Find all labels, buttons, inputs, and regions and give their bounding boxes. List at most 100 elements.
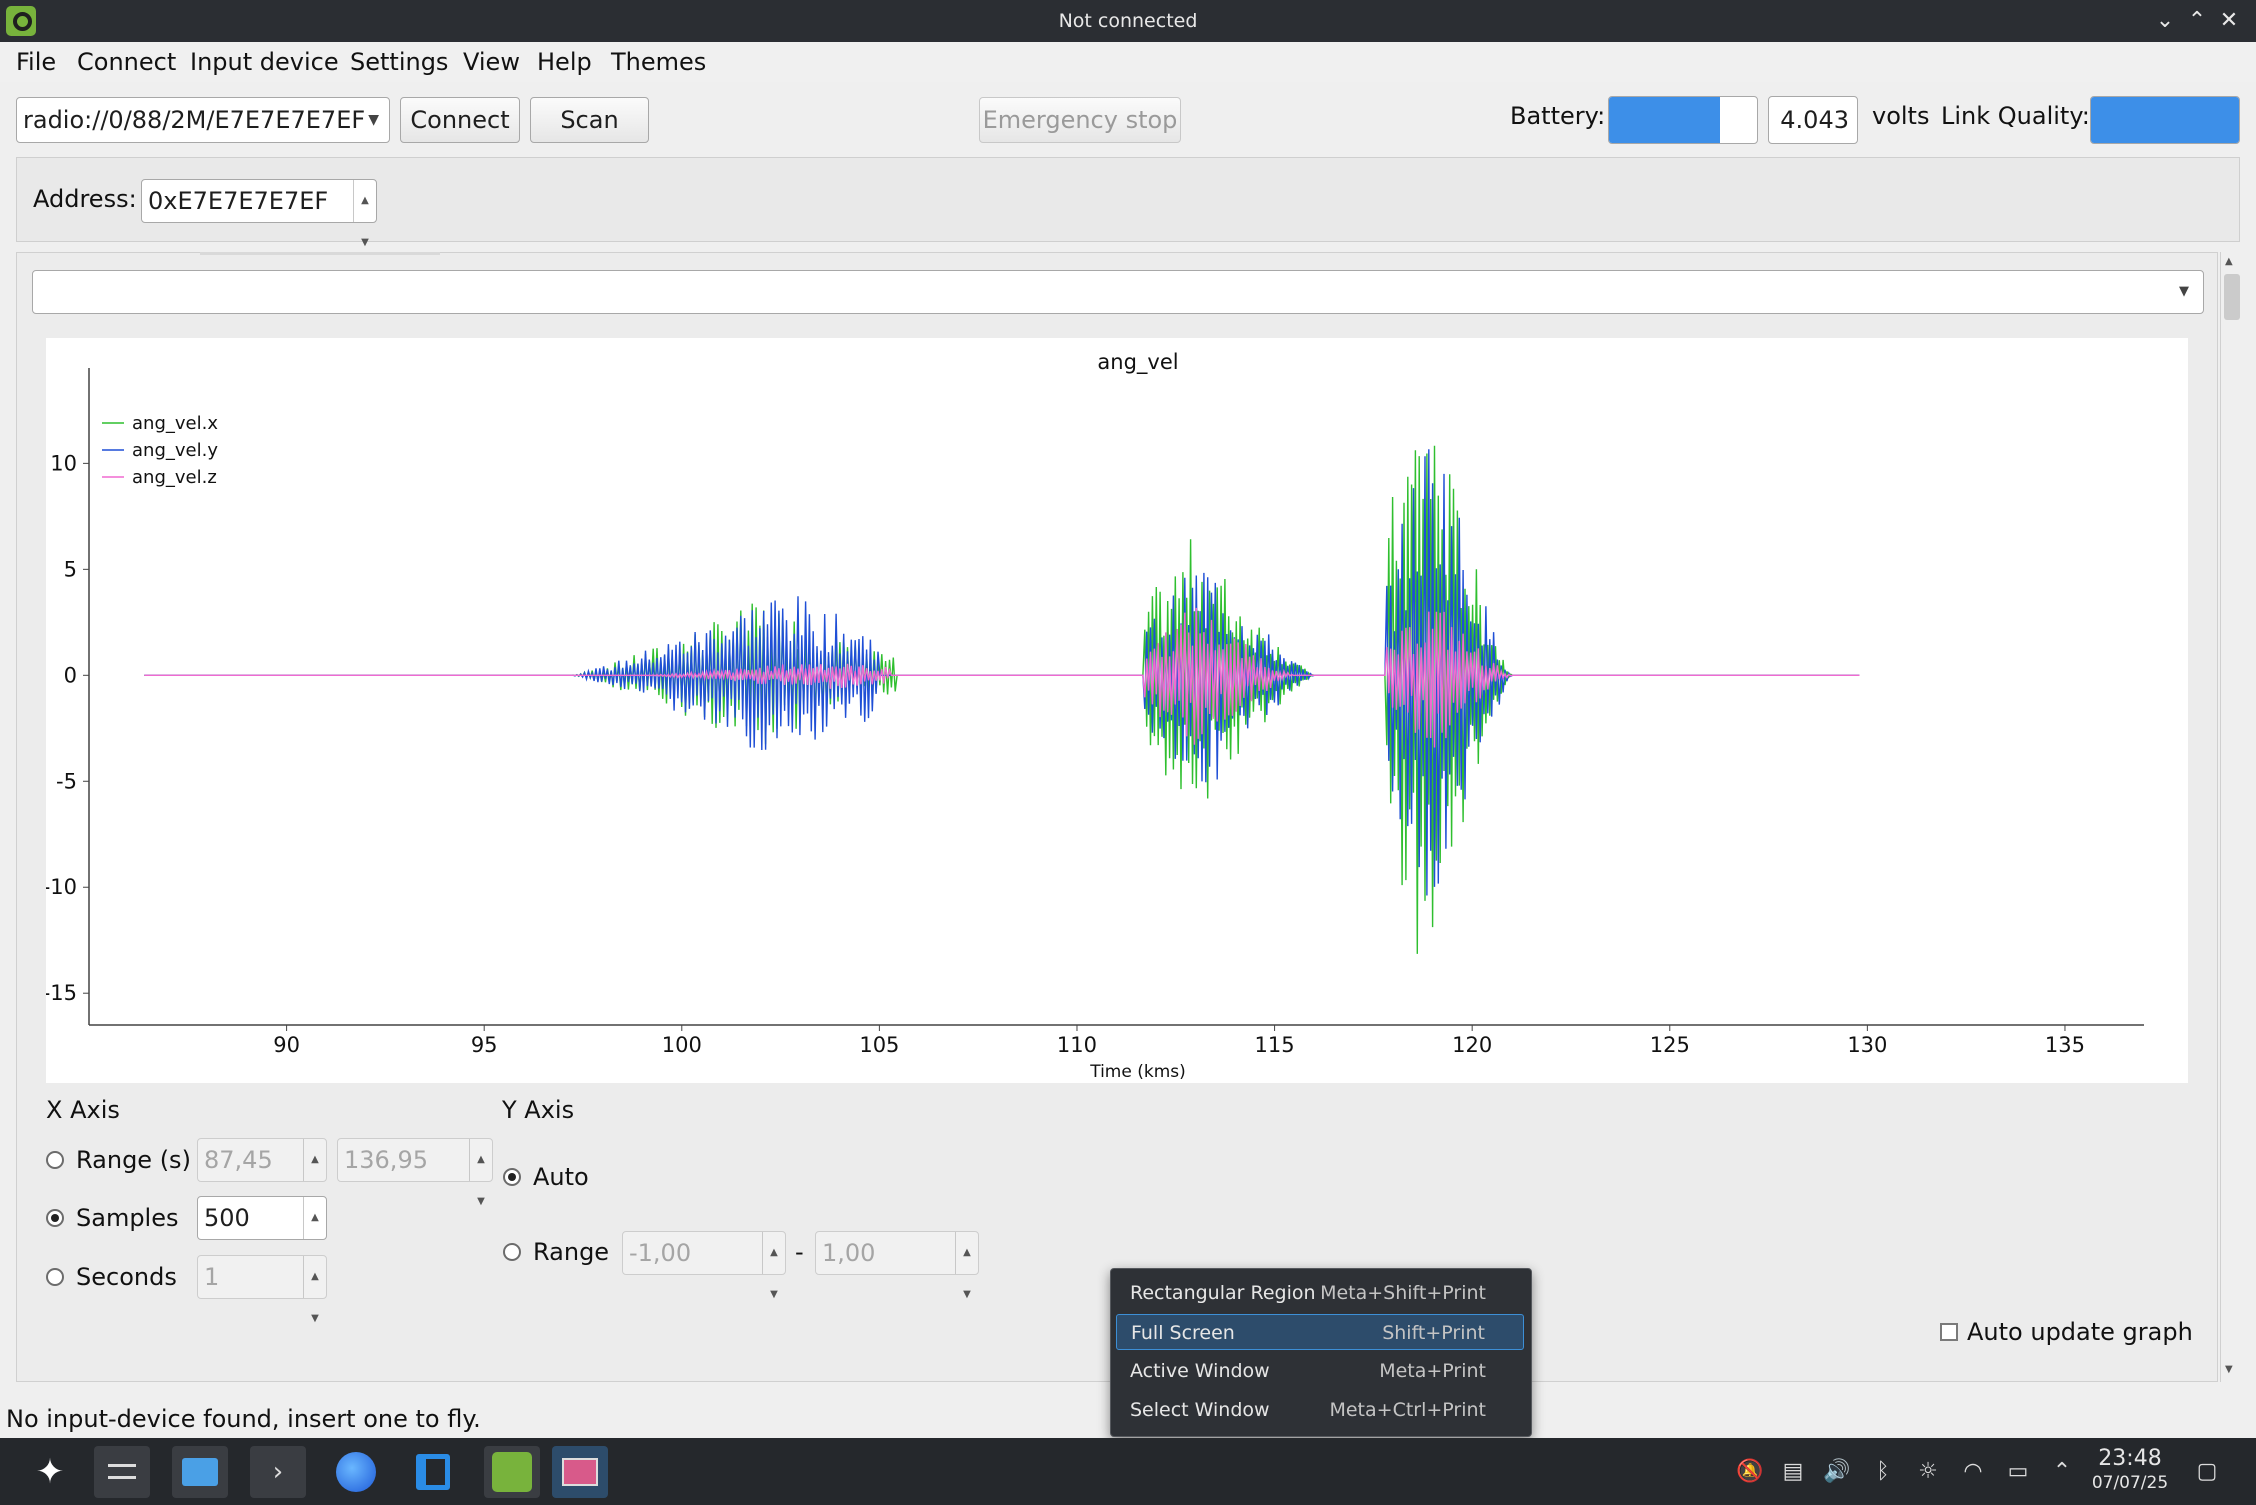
seconds-spin-arrows[interactable]: ▲ ▼	[303, 1256, 326, 1324]
screenshot-context-menu: Rectangular Region Meta+Shift+Print Full…	[1110, 1268, 1532, 1437]
menu-item-rectangular-region[interactable]: Rectangular Region Meta+Shift+Print	[1116, 1275, 1524, 1311]
window-title: Not connected	[1058, 10, 1198, 32]
volume-icon[interactable]: 🔊	[1822, 1457, 1852, 1487]
clock-time[interactable]: 23:48	[2090, 1446, 2170, 1471]
samples-spinbox[interactable]: 500 ▲▼	[197, 1196, 327, 1265]
y-tick-label: -10	[46, 875, 77, 899]
samples-spin-arrows[interactable]: ▲▼	[303, 1197, 326, 1265]
address-label: Address:	[33, 185, 137, 213]
link-quality-bar-fill	[2091, 97, 2239, 143]
maximize-icon[interactable]: ⌃	[2182, 6, 2212, 36]
firefox-icon[interactable]	[328, 1446, 384, 1498]
connect-button[interactable]: Connect	[400, 97, 520, 143]
menu-view[interactable]: View	[463, 42, 520, 82]
x-tick-label: 115	[1255, 1033, 1295, 1057]
scroll-up-icon[interactable]: ▲	[2225, 256, 2233, 267]
menu-item-active-window[interactable]: Active Window Meta+Print	[1116, 1353, 1524, 1389]
taskbar: ✦ › 🔕 ▤ 🔊 ᛒ ☼ ◠ ▭ ⌃ 23:48 07/07/25 ▢	[0, 1438, 2256, 1505]
auto-update-checkbox[interactable]	[1940, 1323, 1958, 1341]
vscode-icon[interactable]	[406, 1446, 462, 1498]
menu-themes[interactable]: Themes	[611, 42, 706, 82]
bluetooth-icon[interactable]: ᛒ	[1868, 1457, 1898, 1487]
series-line-ang_vel-z	[144, 607, 1860, 748]
file-manager-icon[interactable]	[172, 1446, 228, 1498]
y-range-radio[interactable]	[503, 1243, 521, 1261]
link-quality-bar	[2090, 96, 2240, 144]
log-config-select[interactable]: ▼	[32, 270, 2204, 314]
seconds-radio[interactable]	[46, 1268, 64, 1286]
scroll-down-icon[interactable]: ▼	[2225, 1364, 2233, 1375]
y-tick-label: 10	[50, 451, 77, 475]
series-line-ang_vel-y	[144, 449, 1860, 896]
menu-settings[interactable]: Settings	[350, 42, 448, 82]
y-tick-label: -15	[46, 981, 77, 1005]
uri-select[interactable]: radio://0/88/2M/E7E7E7E7EF ▼	[16, 97, 390, 143]
status-text: No input-device found, insert one to fly…	[6, 1405, 481, 1433]
seconds-value: 1	[204, 1263, 220, 1291]
battery-icon[interactable]: ▭	[2003, 1457, 2033, 1487]
x-tick-label: 125	[1650, 1033, 1690, 1057]
x-range-min-spin-arrows[interactable]: ▲▼	[303, 1139, 326, 1207]
menu-help[interactable]: Help	[537, 42, 592, 82]
legend-label: ang_vel.x	[132, 413, 218, 434]
legend-label: ang_vel.y	[132, 440, 218, 461]
scan-button[interactable]: Scan	[530, 97, 649, 143]
menu-item-full-screen[interactable]: Full Screen Shift+Print	[1116, 1314, 1524, 1350]
terminal-icon[interactable]: ›	[250, 1446, 306, 1498]
x-tick-label: 95	[471, 1033, 498, 1057]
y-tick-label: 5	[64, 557, 77, 581]
x-tick-label: 135	[2045, 1033, 2085, 1057]
menu-item-label: Rectangular Region	[1130, 1282, 1316, 1304]
samples-label: Samples	[76, 1204, 179, 1232]
notifications-off-icon[interactable]: 🔕	[1735, 1457, 1765, 1487]
brightness-icon[interactable]: ☼	[1913, 1457, 1943, 1487]
vertical-scrollbar[interactable]: ▲ ▼	[2220, 252, 2243, 1382]
series-line-ang_vel-x	[144, 445, 1860, 954]
x-range-min-input[interactable]: 87,45 ▲▼	[197, 1138, 327, 1207]
clock-date[interactable]: 07/07/25	[2084, 1473, 2176, 1493]
y-axis-heading: Y Axis	[502, 1096, 575, 1124]
x-tick-label: 130	[1847, 1033, 1887, 1057]
emergency-stop-button[interactable]: Emergency stop	[979, 97, 1181, 143]
app-launcher-icon[interactable]: ✦	[22, 1446, 78, 1498]
battery-bar	[1608, 96, 1758, 144]
x-range-max-spin-arrows[interactable]: ▲ ▼	[469, 1139, 492, 1207]
close-icon[interactable]: ✕	[2214, 6, 2244, 36]
x-range-min-value: 87,45	[204, 1146, 273, 1174]
chevron-down-icon: ▼	[368, 112, 379, 128]
spectacle-icon[interactable]	[552, 1446, 608, 1498]
menu-input-device[interactable]: Input device	[190, 42, 339, 82]
x-tick-label: 90	[273, 1033, 300, 1057]
menu-item-shortcut: Meta+Print	[1379, 1360, 1486, 1382]
battery-label: Battery:	[1510, 102, 1606, 130]
y-range-max-value: 1,00	[822, 1239, 876, 1267]
y-tick-label: -5	[56, 769, 77, 793]
show-desktop-icon[interactable]: ▢	[2192, 1457, 2222, 1487]
tab-strip-remnant	[200, 252, 440, 255]
address-spinbox[interactable]: 0xE7E7E7E7EF ▲ ▼	[141, 179, 377, 248]
scrollbar-thumb[interactable]	[2224, 274, 2240, 320]
address-spin-arrows[interactable]: ▲ ▼	[353, 180, 376, 248]
y-auto-radio[interactable]	[503, 1168, 521, 1186]
y-range-dash: -	[795, 1238, 804, 1266]
tray-expand-icon[interactable]: ⌃	[2047, 1457, 2077, 1487]
samples-radio[interactable]	[46, 1209, 64, 1227]
minimize-icon[interactable]: ⌄	[2150, 6, 2180, 36]
seconds-spinbox[interactable]: 1 ▲ ▼	[197, 1255, 327, 1324]
x-range-max-input[interactable]: 136,95 ▲ ▼	[337, 1138, 493, 1207]
wifi-icon[interactable]: ◠	[1958, 1457, 1988, 1487]
cfclient-icon[interactable]	[484, 1446, 540, 1498]
menu-item-shortcut: Shift+Print	[1382, 1322, 1485, 1344]
x-range-radio[interactable]	[46, 1151, 64, 1169]
clipboard-icon[interactable]: ▤	[1778, 1457, 1808, 1487]
menu-file[interactable]: File	[16, 42, 56, 82]
y-auto-label: Auto	[533, 1163, 589, 1191]
menu-connect[interactable]: Connect	[77, 42, 176, 82]
settings-sliders-icon[interactable]	[94, 1446, 150, 1498]
y-range-max-input[interactable]: 1,00 ▲ ▼	[815, 1231, 979, 1300]
y-range-min-input[interactable]: -1,00 ▲ ▼	[622, 1231, 786, 1300]
y-range-max-spin-arrows[interactable]: ▲ ▼	[955, 1232, 978, 1300]
y-range-min-spin-arrows[interactable]: ▲ ▼	[762, 1232, 785, 1300]
menu-item-select-window[interactable]: Select Window Meta+Ctrl+Print	[1116, 1392, 1524, 1428]
x-tick-label: 110	[1057, 1033, 1097, 1057]
